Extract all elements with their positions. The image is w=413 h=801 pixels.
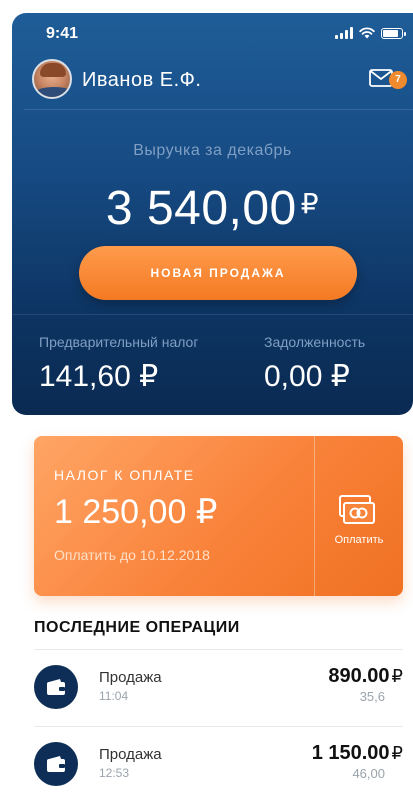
row-divider xyxy=(34,726,403,727)
status-time: 9:41 xyxy=(46,25,79,42)
list-item[interactable]: Продажа 12:53 1 150.00 ₽ 46,00 xyxy=(34,726,403,801)
operation-amount: 890.00 ₽ xyxy=(328,665,403,688)
debt-value: 0,00 ₽ xyxy=(264,360,350,393)
operations-title: ПОСЛЕДНИЕ ОПЕРАЦИИ xyxy=(34,619,240,636)
operation-amount-value: 890.00 xyxy=(328,665,390,687)
tax-due-card[interactable]: НАЛОГ К ОПЛАТЕ 1 250,00 ₽ Оплатить до 10… xyxy=(34,436,403,596)
pay-button-label: Оплатить xyxy=(334,534,384,546)
user-name[interactable]: Иванов Е.Ф. xyxy=(82,69,201,92)
operation-tax: 35,6 xyxy=(359,689,385,704)
operation-amount: 1 150.00 ₽ xyxy=(312,742,403,765)
revenue-currency: ₽ xyxy=(300,188,320,219)
operation-name: Продажа xyxy=(99,669,162,686)
operation-time: 11:04 xyxy=(99,689,129,703)
operation-name: Продажа xyxy=(99,746,162,763)
stats-divider xyxy=(12,314,413,315)
wallet-icon xyxy=(34,665,78,709)
row-divider xyxy=(34,649,403,650)
wifi-icon xyxy=(359,27,375,39)
avatar[interactable] xyxy=(32,59,72,99)
card-payment-icon xyxy=(339,495,375,524)
debt-label: Задолженность xyxy=(264,334,366,350)
revenue-amount: 3 540,00 ₽ xyxy=(12,181,413,236)
header-panel: 9:41 Иванов Е.Ф. 7 Выручка за декабрь 3 … xyxy=(12,13,413,415)
list-item[interactable]: Продажа 11:04 890.00 ₽ 35,6 xyxy=(34,649,403,725)
prelim-tax-value: 141,60 ₽ xyxy=(39,360,159,393)
tax-card-due-date: Оплатить до 10.12.2018 xyxy=(54,547,210,563)
prelim-tax-label: Предварительный налог xyxy=(39,334,199,350)
operation-currency: ₽ xyxy=(391,666,403,686)
pay-button[interactable]: Оплатить xyxy=(315,436,403,596)
battery-icon xyxy=(381,27,406,39)
wallet-icon xyxy=(34,742,78,786)
new-sale-button[interactable]: НОВАЯ ПРОДАЖА xyxy=(79,246,357,300)
signal-icon xyxy=(335,27,353,39)
header-divider xyxy=(24,109,413,110)
tax-card-title: НАЛОГ К ОПЛАТЕ xyxy=(54,467,195,483)
tax-card-amount: 1 250,00 ₽ xyxy=(54,493,218,531)
mail-badge: 7 xyxy=(389,71,407,89)
operation-tax: 46,00 xyxy=(352,766,385,781)
operation-currency: ₽ xyxy=(391,743,403,763)
revenue-label: Выручка за декабрь xyxy=(133,142,292,159)
operation-time: 12:53 xyxy=(99,766,130,780)
operation-amount-value: 1 150.00 xyxy=(311,742,390,764)
revenue-value: 3 540,00 xyxy=(105,182,297,235)
status-icons xyxy=(335,27,406,39)
